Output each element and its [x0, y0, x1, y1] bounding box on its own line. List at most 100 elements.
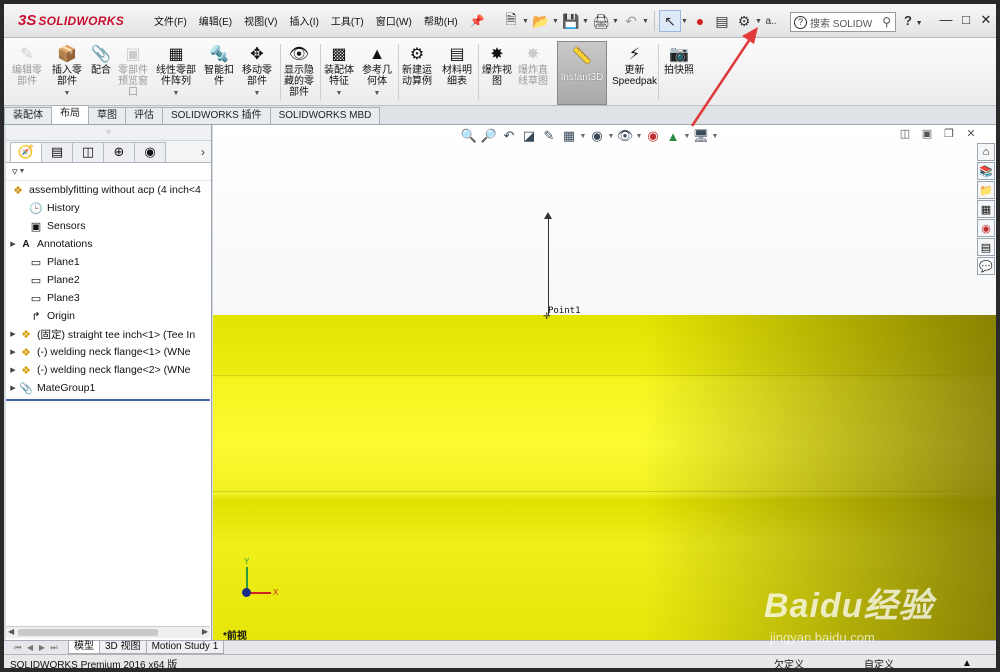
tree-item-mategroup[interactable]: ▶ 📎 MateGroup1 [6, 379, 211, 397]
bom-button[interactable]: ▤ 材料明 细表 [442, 44, 472, 87]
tree-item-plane2[interactable]: ▭ Plane2 [6, 271, 211, 289]
tree-item-flange-1[interactable]: ▶ ❖ (-) welding neck flange<1> (WNe [6, 343, 211, 361]
minimize-icon[interactable]: — [936, 12, 956, 28]
truncated-toolbar-label[interactable]: a.. [763, 10, 779, 32]
smart-fasteners-button[interactable]: 🔩 智能扣 件 [204, 44, 234, 87]
tree-item-straight-tee[interactable]: ▶ ❖ (固定) straight tee inch<1> (Tee In [6, 325, 211, 343]
linear-pattern-button[interactable]: ▦ 线性零部 件阵列 ▼ [156, 44, 196, 99]
split-window-icon[interactable]: ◫ [894, 127, 916, 140]
instant3d-button[interactable]: 📏 Instant3D [557, 41, 607, 105]
graphics-area[interactable]: 🔍 🔎 ↶ ◪ ✎ ▦ ▼ ◉ ▼ 👁 ▼ ◉ ▲ ▼ 🖥 ▼ ◫ ▣ ❐ ✕ ✛ Poi… [213, 125, 996, 640]
tab-motion-study[interactable]: Motion Study 1 [145, 641, 225, 654]
display-style-icon[interactable]: ◉ [587, 128, 607, 144]
scroll-thumb[interactable] [18, 629, 158, 636]
menu-help[interactable]: 帮助(H) [418, 13, 464, 28]
expand-arrow-icon[interactable]: ▶ [8, 330, 18, 338]
configuration-manager-tab-icon[interactable]: ◫ [72, 141, 104, 162]
hide-show-items-icon[interactable]: 👁 [615, 128, 635, 144]
tree-item-plane1[interactable]: ▭ Plane1 [6, 253, 211, 271]
tab-addins[interactable]: SOLIDWORKS 插件 [162, 107, 271, 124]
undo-dropdown-icon[interactable]: ▼ [642, 18, 650, 25]
print-icon[interactable]: 🖨 [590, 10, 612, 32]
split-window-2-icon[interactable]: ▣ [916, 127, 938, 140]
tree-item-history[interactable]: 🕒 History [6, 199, 211, 217]
tree-item-sensors[interactable]: ▣ Sensors [6, 217, 211, 235]
feature-manager-tab-icon[interactable]: 🧭 [10, 141, 42, 162]
menu-insert[interactable]: 插入(I) [283, 13, 324, 28]
tree-item-origin[interactable]: ↱ Origin [6, 307, 211, 325]
undo-icon[interactable]: ↶ [620, 10, 642, 32]
show-hidden-button[interactable]: 👁 显示隐 藏的零 部件 [284, 44, 314, 98]
rollback-bar[interactable] [6, 399, 210, 401]
zoom-to-area-icon[interactable]: 🔎 [479, 128, 499, 144]
snapshot-button[interactable]: 📷 拍快照 [664, 44, 694, 76]
new-motion-study-button[interactable]: ⚙ 新建运 动算例 [402, 44, 432, 87]
tree-item-plane3[interactable]: ▭ Plane3 [6, 289, 211, 307]
save-dropdown-icon[interactable]: ▼ [582, 18, 590, 25]
exploded-view-button[interactable]: ✸ 爆炸视 图 [482, 44, 512, 87]
print-dropdown-icon[interactable]: ▼ [612, 18, 620, 25]
edit-appearance-icon[interactable]: ◉ [643, 128, 663, 144]
chevron-right-icon[interactable]: › [201, 145, 205, 159]
expand-arrow-icon[interactable]: ▶ [8, 240, 18, 248]
last-tab-icon[interactable]: ⏭ [48, 643, 60, 653]
panel-splitter[interactable]: ○ [6, 125, 211, 141]
open-dropdown-icon[interactable]: ▼ [552, 18, 560, 25]
new-document-icon[interactable]: 🗎 [500, 10, 522, 32]
reference-geometry-button[interactable]: ▲ 参考几 何体 ▼ [362, 44, 392, 99]
horizontal-scrollbar[interactable]: ◀ ▶ [6, 626, 210, 638]
search-input[interactable]: 搜索 SOLIDW [810, 15, 872, 30]
pin-icon[interactable]: 📌 [470, 14, 485, 28]
first-tab-icon[interactable]: ⏮ [12, 643, 24, 653]
apply-scene-icon[interactable]: ▲ [663, 129, 683, 144]
expand-arrow-icon[interactable]: ▶ [8, 348, 18, 356]
options-gear-icon[interactable]: ⚙ [733, 10, 755, 32]
search-box[interactable]: ? 搜索 SOLIDW ⚲ [790, 12, 896, 32]
tab-mbd[interactable]: SOLIDWORKS MBD [269, 107, 381, 124]
tab-assembly[interactable]: 装配体 [4, 107, 52, 124]
home-icon[interactable]: ⌂ [977, 143, 995, 161]
file-explorer-icon[interactable]: 📁 [977, 181, 995, 199]
update-speedpak-button[interactable]: ⚡ 更新 Speedpak [612, 44, 657, 87]
menu-window[interactable]: 窗口(W) [370, 13, 418, 28]
property-manager-tab-icon[interactable]: ▤ [41, 141, 73, 162]
tree-item-flange-2[interactable]: ▶ ❖ (-) welding neck flange<2> (WNe [6, 361, 211, 379]
menu-tools[interactable]: 工具(T) [325, 13, 370, 28]
menu-view[interactable]: 视图(V) [238, 13, 283, 28]
new-dropdown-icon[interactable]: ▼ [522, 18, 530, 25]
menu-file[interactable]: 文件(F) [148, 13, 193, 28]
close-icon[interactable]: ✕ [976, 12, 996, 28]
edit-component-button[interactable]: ✎ 编辑零 部件 [12, 44, 42, 87]
design-library-icon[interactable]: 📚 [977, 162, 995, 180]
expand-arrow-icon[interactable]: ▶ [8, 366, 18, 374]
traffic-light-rebuild-icon[interactable]: ● [689, 10, 711, 32]
menu-edit[interactable]: 编辑(E) [193, 13, 238, 28]
close-viewport-icon[interactable]: ✕ [960, 127, 982, 140]
next-tab-icon[interactable]: ▶ [36, 643, 48, 653]
appearances-icon[interactable]: ◉ [977, 219, 995, 237]
display-manager-tab-icon[interactable]: ◉ [134, 141, 166, 162]
zoom-to-fit-icon[interactable]: 🔍 [459, 128, 479, 144]
tree-root[interactable]: ❖ assemblyfitting without acp (4 inch<4 [6, 181, 211, 199]
options-dropdown-icon[interactable]: ▼ [755, 18, 763, 25]
save-icon[interactable]: 💾 [560, 10, 582, 32]
dynamic-annotation-icon[interactable]: ✎ [539, 128, 559, 144]
expand-arrow-icon[interactable]: ▶ [8, 384, 18, 392]
scroll-right-icon[interactable]: ▶ [202, 627, 208, 636]
insert-component-button[interactable]: 📦 插入零 部件 ▼ [52, 44, 82, 99]
custom-properties-icon[interactable]: ▤ [977, 238, 995, 256]
tab-evaluate[interactable]: 评估 [125, 107, 163, 124]
select-cursor-icon[interactable]: ↖ [659, 10, 681, 32]
tab-model[interactable]: 模型 [68, 641, 100, 654]
forum-icon[interactable]: 💬 [977, 257, 995, 275]
help-button[interactable]: ? ▼ [904, 13, 923, 28]
tree-filter[interactable]: ▿ ▼ [6, 163, 211, 181]
view-orientation-icon[interactable]: ▦ [559, 128, 579, 144]
tab-layout[interactable]: 布局 [51, 105, 89, 124]
tab-3d-views[interactable]: 3D 视图 [99, 641, 147, 654]
explode-line-sketch-button[interactable]: ✸ 爆炸直 线草图 [518, 44, 548, 87]
previous-view-icon[interactable]: ↶ [499, 128, 519, 144]
select-dropdown-icon[interactable]: ▼ [681, 18, 689, 25]
component-preview-button[interactable]: ▣ 零部件 预览窗 口 [118, 44, 148, 98]
move-component-button[interactable]: ✥ 移动零 部件 ▼ [242, 44, 272, 99]
